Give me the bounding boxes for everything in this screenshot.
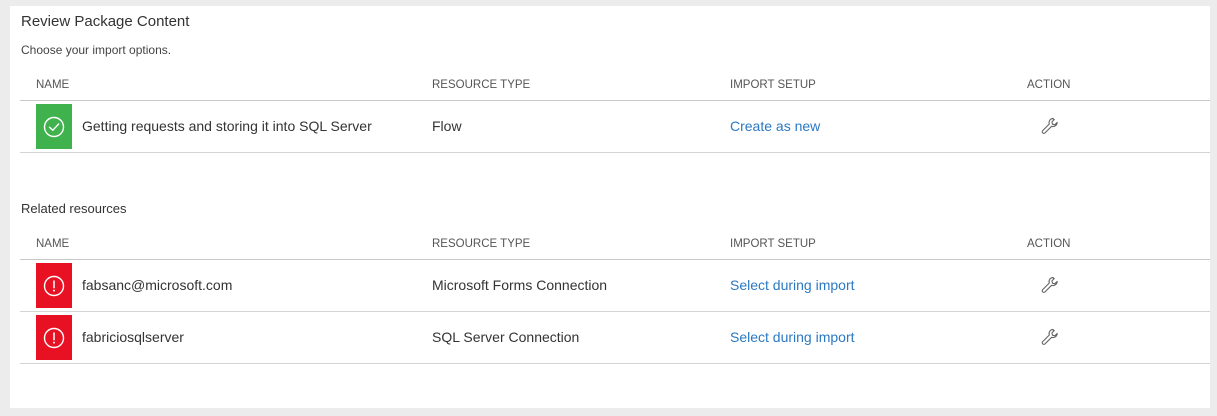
resource-type: SQL Server Connection: [432, 329, 580, 345]
check-circle-icon: [43, 116, 65, 137]
wrench-icon[interactable]: [1040, 116, 1060, 136]
wrench-icon[interactable]: [1040, 327, 1060, 347]
status-error-badge: [36, 315, 72, 360]
resource-name: fabsanc@microsoft.com: [82, 277, 233, 293]
column-header-import-setup: IMPORT SETUP: [730, 238, 816, 250]
related-resources-table: NAME RESOURCE TYPE IMPORT SETUP ACTION f…: [20, 231, 1210, 364]
table-row: fabriciosqlserver SQL Server Connection …: [20, 312, 1210, 364]
column-header-action: ACTION: [1027, 79, 1071, 91]
resource-type: Microsoft Forms Connection: [432, 277, 608, 293]
status-ok-badge: [36, 104, 72, 149]
column-header-import-setup: IMPORT SETUP: [730, 79, 816, 91]
column-header-action: ACTION: [1027, 238, 1071, 250]
import-setup-link[interactable]: Select during import: [730, 277, 855, 293]
wrench-icon[interactable]: [1040, 275, 1060, 295]
table-header: NAME RESOURCE TYPE IMPORT SETUP ACTION: [20, 231, 1210, 260]
column-header-name: NAME: [36, 238, 70, 250]
table-row: fabsanc@microsoft.com Microsoft Forms Co…: [20, 260, 1210, 312]
package-content-table: NAME RESOURCE TYPE IMPORT SETUP ACTION G…: [20, 72, 1210, 153]
resource-type: Flow: [432, 118, 462, 134]
import-setup-link[interactable]: Create as new: [730, 118, 820, 134]
related-resources-label: Related resources: [21, 201, 127, 216]
page-subtitle: Choose your import options.: [21, 43, 172, 57]
review-package-panel: Review Package Content Choose your impor…: [10, 6, 1210, 408]
table-row: Getting requests and storing it into SQL…: [20, 101, 1210, 153]
error-circle-icon: [43, 275, 65, 296]
column-header-resource-type: RESOURCE TYPE: [432, 238, 531, 250]
table-header: NAME RESOURCE TYPE IMPORT SETUP ACTION: [20, 72, 1210, 101]
resource-name: fabriciosqlserver: [82, 329, 184, 345]
column-header-resource-type: RESOURCE TYPE: [432, 79, 531, 91]
error-circle-icon: [43, 327, 65, 348]
column-header-name: NAME: [36, 79, 70, 91]
page-title: Review Package Content: [21, 13, 190, 30]
resource-name: Getting requests and storing it into SQL…: [82, 118, 372, 134]
status-error-badge: [36, 263, 72, 308]
import-setup-link[interactable]: Select during import: [730, 329, 855, 345]
